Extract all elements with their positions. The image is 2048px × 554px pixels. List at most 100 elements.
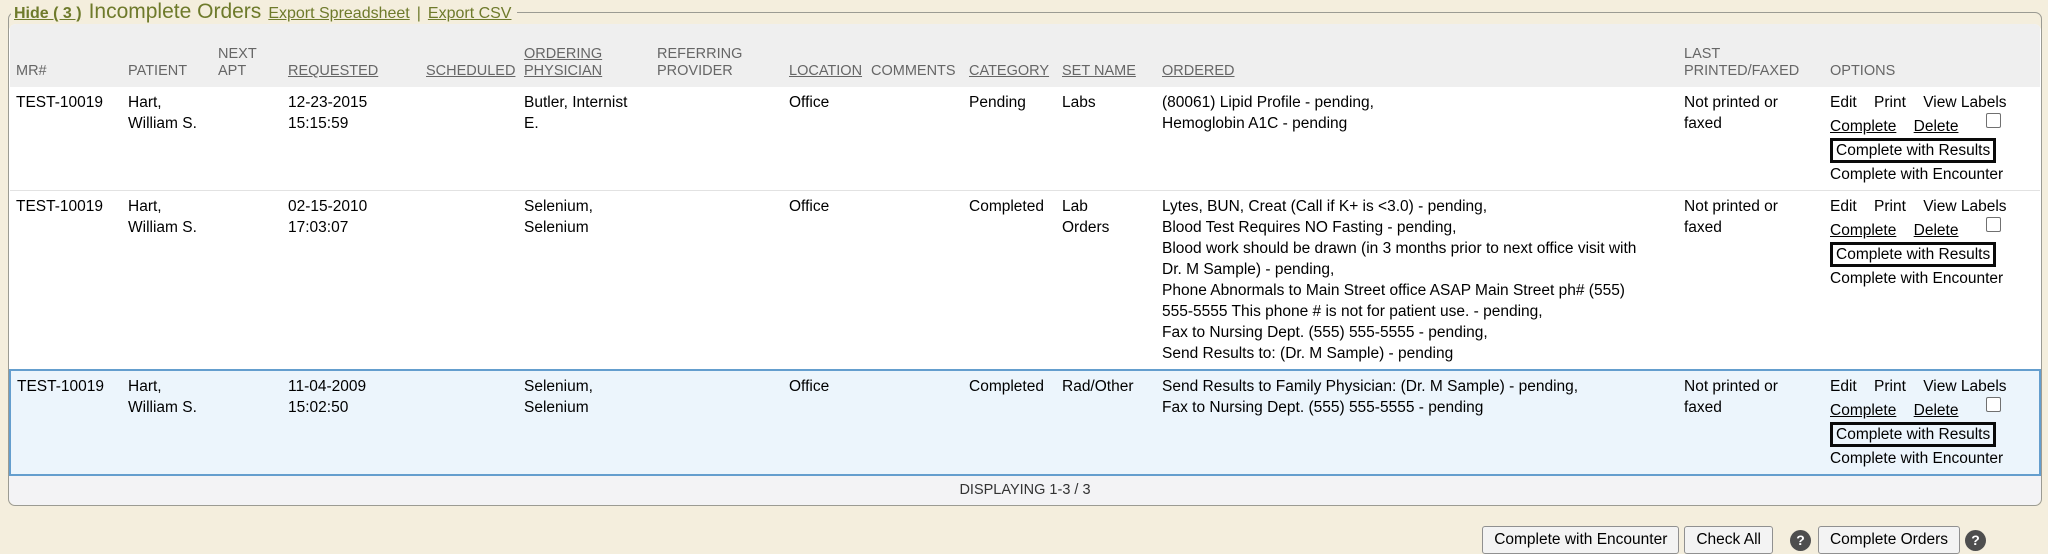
check-all-button[interactable]: Check All [1684,526,1773,554]
category-cell: Pending [963,87,1056,191]
next-apt-cell [212,87,282,191]
complete-link[interactable]: Complete [1830,222,1896,239]
column-sort-link[interactable]: CATEGORY [969,63,1049,79]
column-header: LAST PRINTED/FAXED [1678,24,1824,87]
table-row[interactable]: TEST-10019 Hart, William S. 12-23-2015 1… [10,87,2040,191]
patient-cell: Hart, William S. [122,370,212,475]
table-row[interactable]: TEST-10019 Hart, William S. 02-15-2010 1… [10,191,2040,371]
edit-link[interactable]: Edit [1830,94,1857,111]
column-header: SET NAME [1056,24,1156,87]
category-cell: Completed [963,191,1056,371]
incomplete-orders-screen: Hide ( 3 ) Incomplete Orders Export Spre… [0,0,2048,533]
view-labels-link[interactable]: View Labels [1923,378,2006,395]
column-header: ORDERED [1156,24,1678,87]
scheduled-cell [420,87,518,191]
order-checkbox[interactable] [1986,217,2001,232]
table-row[interactable]: TEST-10019 Hart, William S. 11-04-2009 1… [10,370,2040,475]
export-spreadsheet-link[interactable]: Export Spreadsheet [268,5,409,23]
print-link[interactable]: Print [1874,378,1906,395]
complete-with-results-link[interactable]: Complete with Results [1830,422,1996,447]
column-header: COMMENTS [865,24,963,87]
referring-provider-cell [651,191,783,371]
next-apt-cell [212,191,282,371]
mr-cell: TEST-10019 [10,191,122,371]
referring-provider-cell [651,87,783,191]
last-printed-faxed-cell: Not printed or faxed [1678,370,1824,475]
last-printed-faxed-cell: Not printed or faxed [1678,87,1824,191]
delete-link[interactable]: Delete [1914,402,1959,419]
column-header: LOCATION [783,24,865,87]
column-sort-link[interactable]: LOCATION [789,63,862,79]
ordered-cell: (80061) Lipid Profile - pending, Hemoglo… [1156,87,1678,191]
patient-cell: Hart, William S. [122,87,212,191]
column-header: NEXT APT [212,24,282,87]
print-link[interactable]: Print [1874,94,1906,111]
page-title: Incomplete Orders [89,0,262,24]
table-header-row: MR# PATIENT NEXT APT REQUESTED SCHEDULED… [10,24,2040,87]
view-labels-link[interactable]: View Labels [1923,94,2006,111]
location-cell: Office [783,370,865,475]
column-header: REFERRING PROVIDER [651,24,783,87]
orders-table: MR# PATIENT NEXT APT REQUESTED SCHEDULED… [9,24,2041,476]
complete-with-encounter-button[interactable]: Complete with Encounter [1482,526,1679,554]
column-sort-link[interactable]: ORDERED [1162,63,1235,79]
order-checkbox[interactable] [1986,397,2001,412]
column-header: MR# [10,24,122,87]
set-name-cell: Lab Orders [1056,191,1156,371]
ordering-physician-cell: Butler, Internist E. [518,87,651,191]
view-labels-link[interactable]: View Labels [1923,198,2006,215]
column-header: ORDERING PHYSICIAN [518,24,651,87]
complete-with-encounter-link[interactable]: Complete with Encounter [1830,270,2003,287]
complete-link[interactable]: Complete [1830,118,1896,135]
incomplete-orders-panel: Hide ( 3 ) Incomplete Orders Export Spre… [8,0,2042,506]
ordered-cell: Send Results to Family Physician: (Dr. M… [1156,370,1678,475]
last-printed-faxed-cell: Not printed or faxed [1678,191,1824,371]
ordering-physician-cell: Selenium, Selenium [518,191,651,371]
ordering-physician-cell: Selenium, Selenium [518,370,651,475]
scheduled-cell [420,191,518,371]
column-sort-link[interactable]: ORDERING PHYSICIAN [524,46,602,79]
options-cell: Edit Print View Labels Complete Delete C… [1824,87,2040,191]
location-cell: Office [783,87,865,191]
requested-cell: 11-04-2009 15:02:50 [282,370,420,475]
comments-cell [865,191,963,371]
print-link[interactable]: Print [1874,198,1906,215]
column-sort-link[interactable]: SET NAME [1062,63,1136,79]
edit-link[interactable]: Edit [1830,198,1857,215]
complete-link[interactable]: Complete [1830,402,1896,419]
footer-actions: Complete with Encounter Check All ? Comp… [0,506,2048,554]
mr-cell: TEST-10019 [10,370,122,475]
referring-provider-cell [651,370,783,475]
hide-link[interactable]: Hide ( 3 ) [14,5,82,23]
column-header: REQUESTED [282,24,420,87]
delete-link[interactable]: Delete [1914,222,1959,239]
next-apt-cell [212,370,282,475]
order-checkbox[interactable] [1986,113,2001,128]
edit-link[interactable]: Edit [1830,378,1857,395]
requested-cell: 12-23-2015 15:15:59 [282,87,420,191]
export-csv-link[interactable]: Export CSV [428,5,512,23]
complete-with-results-link[interactable]: Complete with Results [1830,242,1996,267]
column-header: SCHEDULED [420,24,518,87]
complete-with-encounter-link[interactable]: Complete with Encounter [1830,166,2003,183]
options-cell: Edit Print View Labels Complete Delete C… [1824,370,2040,475]
location-cell: Office [783,191,865,371]
complete-with-results-link[interactable]: Complete with Results [1830,138,1996,163]
column-sort-link[interactable]: SCHEDULED [426,63,515,79]
delete-link[interactable]: Delete [1914,118,1959,135]
displaying-count: DISPLAYING 1-3 / 3 [9,476,2041,505]
panel-legend: Hide ( 3 ) Incomplete Orders Export Spre… [11,0,517,24]
ordered-cell: Lytes, BUN, Creat (Call if K+ is <3.0) -… [1156,191,1678,371]
column-header: CATEGORY [963,24,1056,87]
column-sort-link[interactable]: REQUESTED [288,63,378,79]
scheduled-cell [420,370,518,475]
complete-orders-button[interactable]: Complete Orders [1818,526,1960,554]
column-header: PATIENT [122,24,212,87]
requested-cell: 02-15-2010 17:03:07 [282,191,420,371]
column-header: OPTIONS [1824,24,2040,87]
comments-cell [865,87,963,191]
options-cell: Edit Print View Labels Complete Delete C… [1824,191,2040,371]
complete-with-encounter-link[interactable]: Complete with Encounter [1830,450,2003,467]
category-cell: Completed [963,370,1056,475]
legend-separator: | [417,5,421,23]
